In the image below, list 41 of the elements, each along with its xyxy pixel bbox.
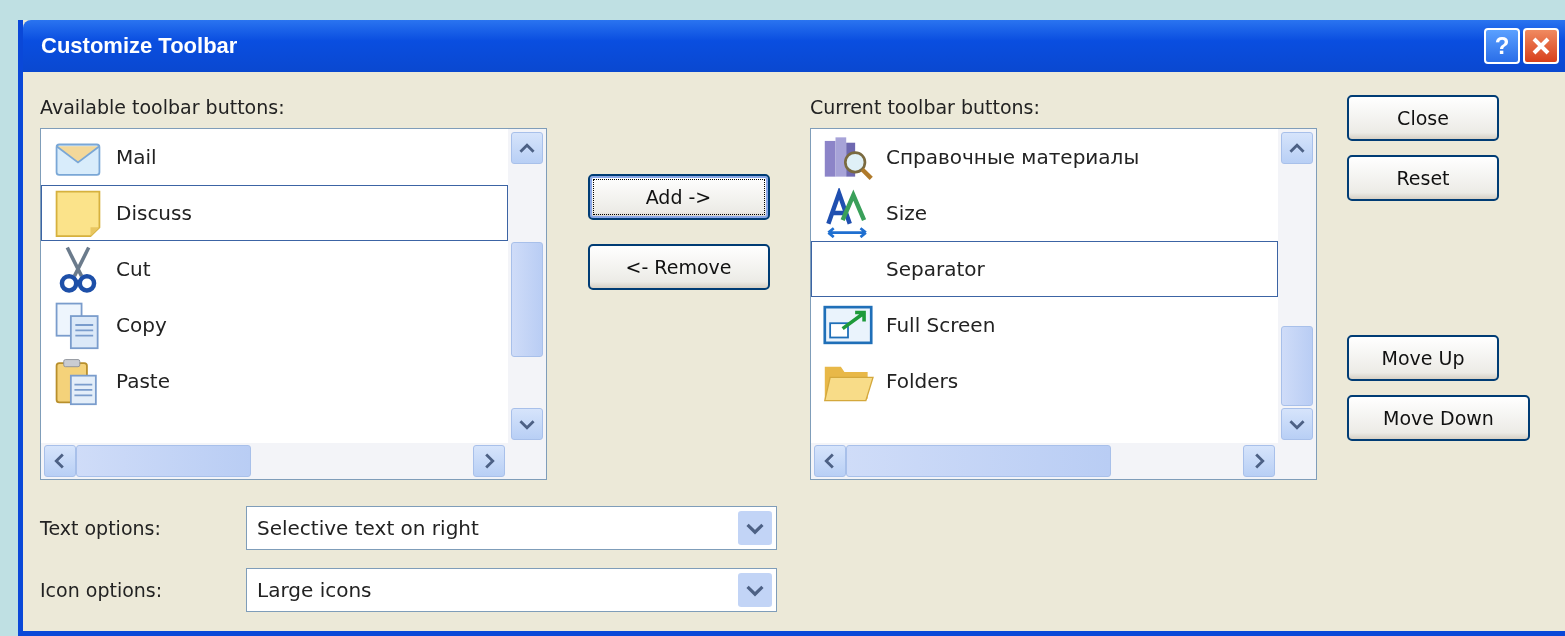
option-label: Icon options: <box>40 579 164 601</box>
close-icon <box>1531 36 1551 56</box>
scroll-thumb[interactable] <box>846 445 1111 477</box>
transfer-button[interactable]: Add -> <box>587 174 770 220</box>
list-item[interactable]: Справочные материалы <box>811 129 1278 185</box>
scroll-right-button[interactable] <box>1243 445 1275 477</box>
scroll-thumb[interactable] <box>1281 326 1313 406</box>
list-item[interactable]: Copy <box>41 297 508 353</box>
scroll-left-button[interactable] <box>814 445 846 477</box>
scroll-thumb[interactable] <box>76 445 251 477</box>
list-label: Current toolbar buttons: <box>810 96 1041 118</box>
list-item[interactable]: Folders <box>811 353 1278 409</box>
list-item[interactable]: Discuss <box>41 185 508 241</box>
list-item[interactable]: Cut <box>41 241 508 297</box>
list-label: Available toolbar buttons: <box>40 96 286 118</box>
transfer-button[interactable]: <- Remove <box>587 244 770 290</box>
vertical-scrollbar[interactable] <box>1278 129 1316 443</box>
scroll-right-button[interactable] <box>473 445 505 477</box>
move-button[interactable]: Move Up <box>1347 335 1499 381</box>
scroll-down-button[interactable] <box>1281 408 1313 440</box>
scroll-up-button[interactable] <box>1281 132 1313 164</box>
vertical-scrollbar[interactable] <box>508 129 546 443</box>
list-item[interactable]: Full Screen <box>811 297 1278 353</box>
move-button[interactable]: Move Down <box>1347 395 1530 441</box>
list-item[interactable]: Size <box>811 185 1278 241</box>
dropdown-field[interactable]: Large icons <box>246 568 777 612</box>
horizontal-scrollbar[interactable] <box>811 443 1316 479</box>
scroll-thumb[interactable] <box>511 242 543 357</box>
horizontal-scrollbar[interactable] <box>41 443 546 479</box>
list-item[interactable]: Separator <box>811 241 1278 297</box>
dialog-button[interactable]: Reset <box>1347 155 1499 201</box>
close-button[interactable] <box>1523 28 1559 64</box>
dialog-button[interactable]: Close <box>1347 95 1499 141</box>
dropdown-field[interactable]: Selective text on right <box>246 506 777 550</box>
list-item[interactable]: Paste <box>41 353 508 409</box>
list-item[interactable]: Mail <box>41 129 508 185</box>
scroll-up-button[interactable] <box>511 132 543 164</box>
option-label: Text options: <box>40 517 162 539</box>
window-title: Customize Toolbar <box>41 33 239 59</box>
scroll-down-button[interactable] <box>511 408 543 440</box>
scroll-left-button[interactable] <box>44 445 76 477</box>
